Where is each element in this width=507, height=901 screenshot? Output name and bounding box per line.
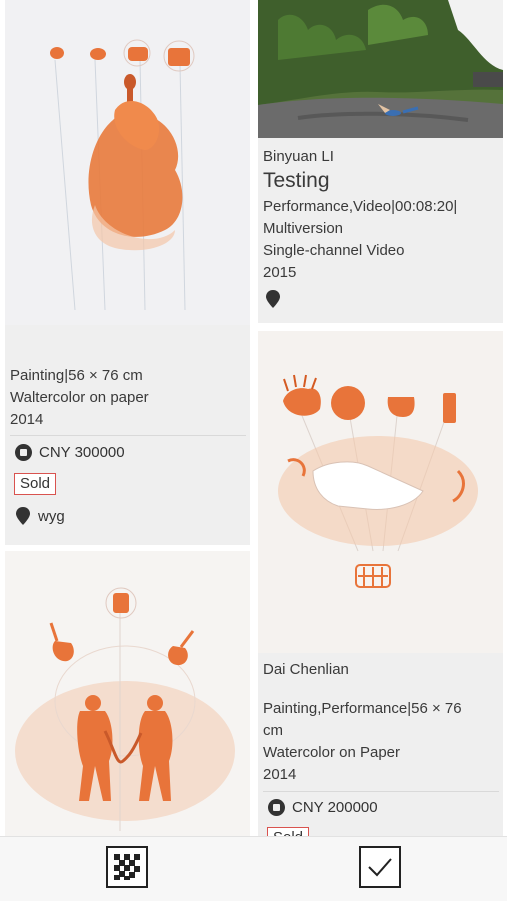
artwork-detail-line: Painting|56 × 76 cm <box>10 367 143 384</box>
sold-badge: Sold <box>14 473 57 495</box>
price-row: CNY 300000 <box>15 444 125 461</box>
artist-name: Dai Chenlian <box>263 661 349 678</box>
sold-badge: Sold <box>267 827 310 836</box>
price-row: CNY 200000 <box>268 799 378 816</box>
artwork-detail-line: Performance,Video|00:08:20| <box>263 198 458 215</box>
price-icon <box>15 444 32 461</box>
artwork-image[interactable] <box>5 0 250 325</box>
artwork-image[interactable] <box>5 551 250 836</box>
location-row[interactable]: wyg <box>15 507 65 525</box>
artwork-card[interactable]: Painting|56 × 76 cm Waltercolor on paper… <box>5 0 250 545</box>
artwork-feed[interactable]: Painting|56 × 76 cm Waltercolor on paper… <box>0 0 507 836</box>
confirm-button[interactable] <box>359 846 401 888</box>
artwork-card[interactable]: Dai Chenlian Painting,Performance|56 × 7… <box>258 331 503 836</box>
artwork-title: Testing <box>263 169 330 192</box>
qr-code-icon <box>114 854 140 880</box>
qr-code-button[interactable] <box>106 846 148 888</box>
price-text: CNY 300000 <box>39 444 125 461</box>
artwork-image[interactable] <box>258 331 503 653</box>
artwork-card[interactable]: Binyuan LI Testing Performance,Video|00:… <box>258 0 503 323</box>
artwork-detail-line: Watercolor on Paper <box>263 744 401 761</box>
artwork-image[interactable] <box>258 0 503 138</box>
price-icon <box>268 799 285 816</box>
checkmark-icon <box>368 858 392 877</box>
location-pin-icon[interactable] <box>265 290 281 308</box>
artwork-detail-line: Multiversion <box>263 220 344 237</box>
location-pin-icon <box>16 507 30 525</box>
divider <box>10 435 246 436</box>
artwork-detail-line: 2015 <box>263 264 297 281</box>
price-text: CNY 200000 <box>292 799 378 816</box>
artwork-detail-line: 2014 <box>263 766 297 783</box>
divider <box>263 791 499 792</box>
artwork-detail-line: 2014 <box>10 411 44 428</box>
artwork-detail-line: Waltercolor on paper <box>10 389 149 406</box>
location-text: wyg <box>38 507 65 525</box>
bottom-toolbar <box>0 836 507 901</box>
artwork-card[interactable] <box>5 551 250 836</box>
artist-name: Binyuan LI <box>263 148 334 165</box>
artwork-detail-line: cm <box>263 722 283 739</box>
artwork-detail-line: Painting,Performance|56 × 76 <box>263 700 462 717</box>
artwork-detail-line: Single-channel Video <box>263 242 405 259</box>
